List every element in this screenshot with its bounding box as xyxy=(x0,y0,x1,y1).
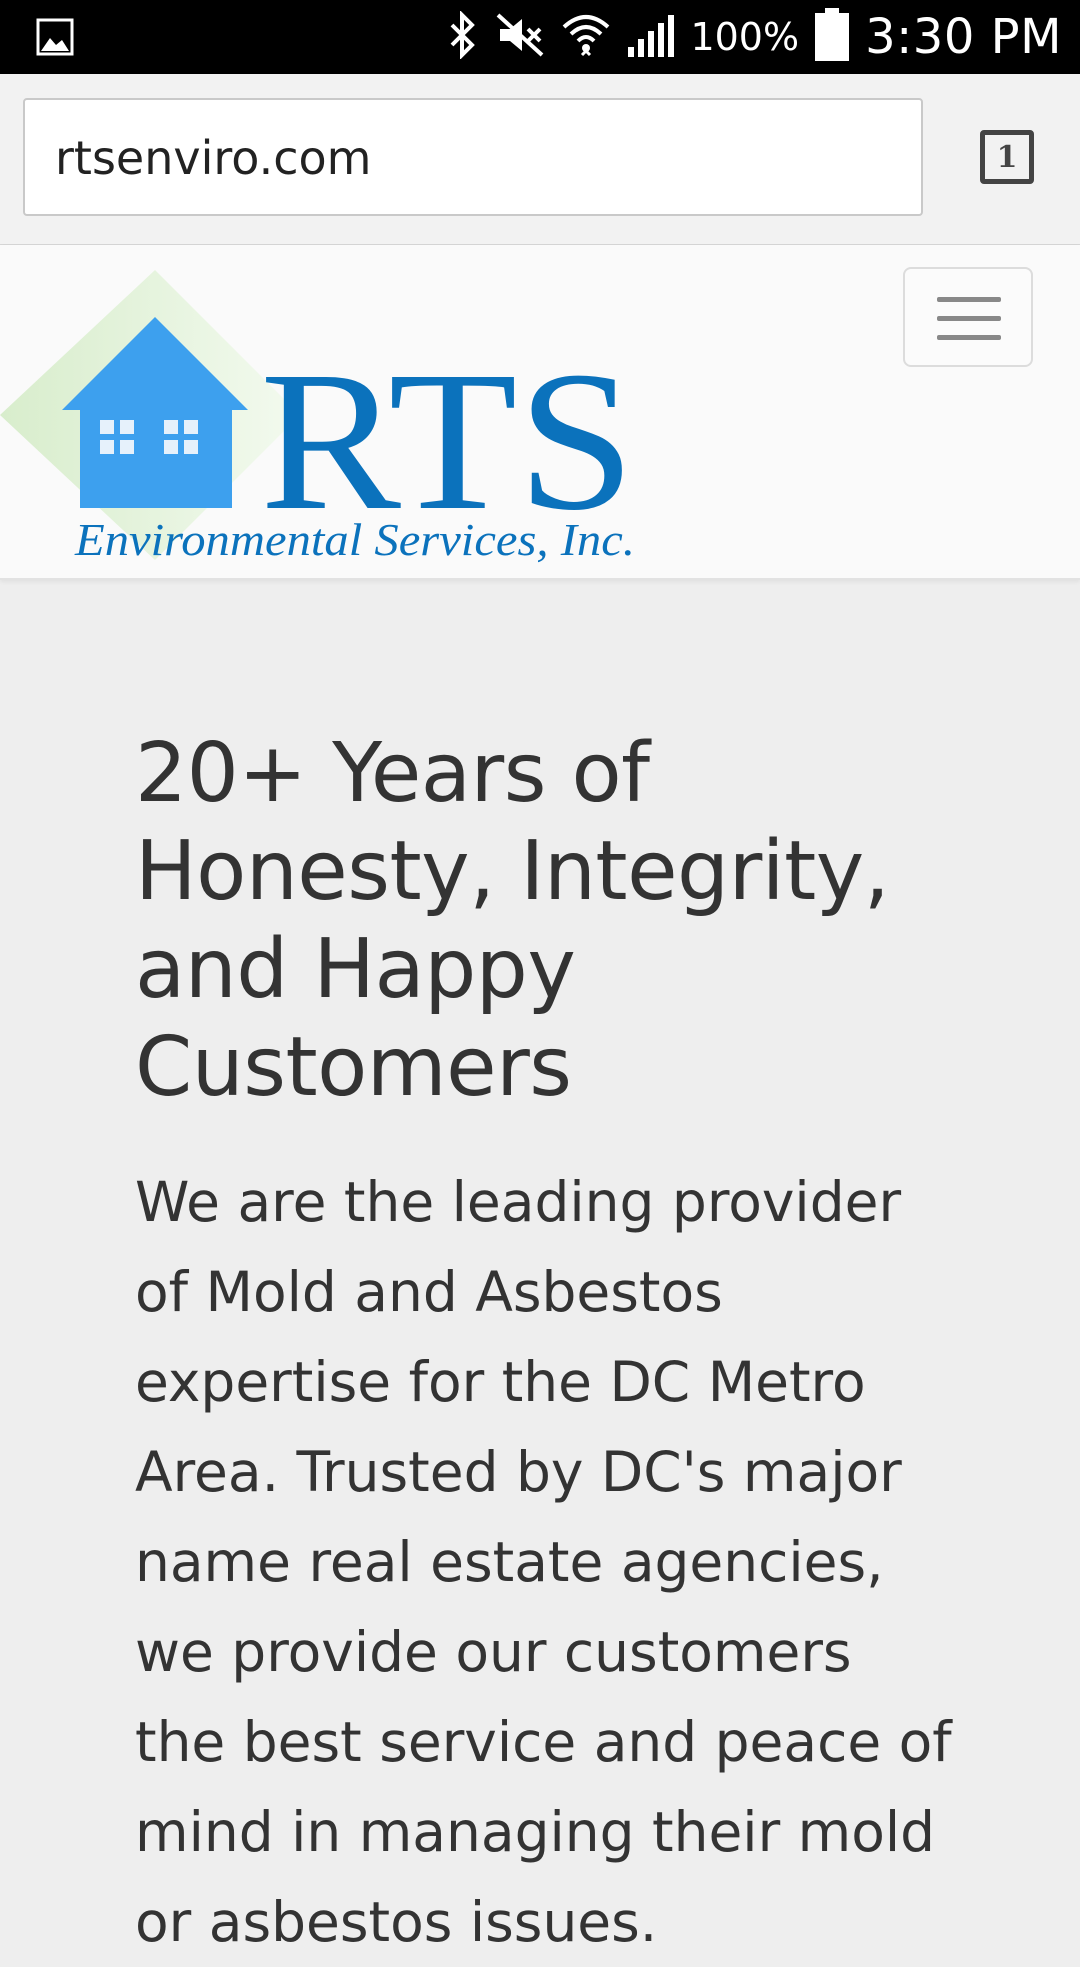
site-header: RTS Environmental Services, Inc. xyxy=(0,245,1080,580)
wifi-icon xyxy=(560,11,612,64)
hamburger-icon-bar xyxy=(937,335,1001,340)
mute-icon xyxy=(494,11,546,64)
url-input[interactable]: rtsenviro.com xyxy=(23,98,923,216)
battery-percentage: 100% xyxy=(690,15,800,59)
page-headline: 20+ Years of Honesty, Integrity, and Hap… xyxy=(135,726,890,1115)
bluetooth-icon xyxy=(444,9,480,64)
tab-switcher-button[interactable]: 1 xyxy=(980,130,1034,184)
hero-section: 20+ Years of Honesty, Integrity, and Hap… xyxy=(135,725,955,1967)
intro-paragraph: We are the leading provider of Mold and … xyxy=(135,1170,952,1954)
battery-icon xyxy=(813,7,851,67)
company-logo[interactable]: RTS Environmental Services, Inc. xyxy=(0,270,660,570)
hamburger-icon-bar xyxy=(937,316,1001,321)
tab-count: 1 xyxy=(996,139,1018,175)
clock: 3:30 PM xyxy=(865,9,1062,65)
gallery-icon xyxy=(36,18,74,56)
url-text: rtsenviro.com xyxy=(55,131,372,185)
browser-toolbar: rtsenviro.com 1 xyxy=(0,74,1080,246)
signal-icon xyxy=(626,11,676,64)
status-bar: 100% 3:30 PM xyxy=(0,0,1080,74)
menu-toggle-button[interactable] xyxy=(903,267,1033,367)
logo-tagline: Environmental Services, Inc. xyxy=(74,514,635,565)
hamburger-icon-bar xyxy=(937,297,1001,302)
